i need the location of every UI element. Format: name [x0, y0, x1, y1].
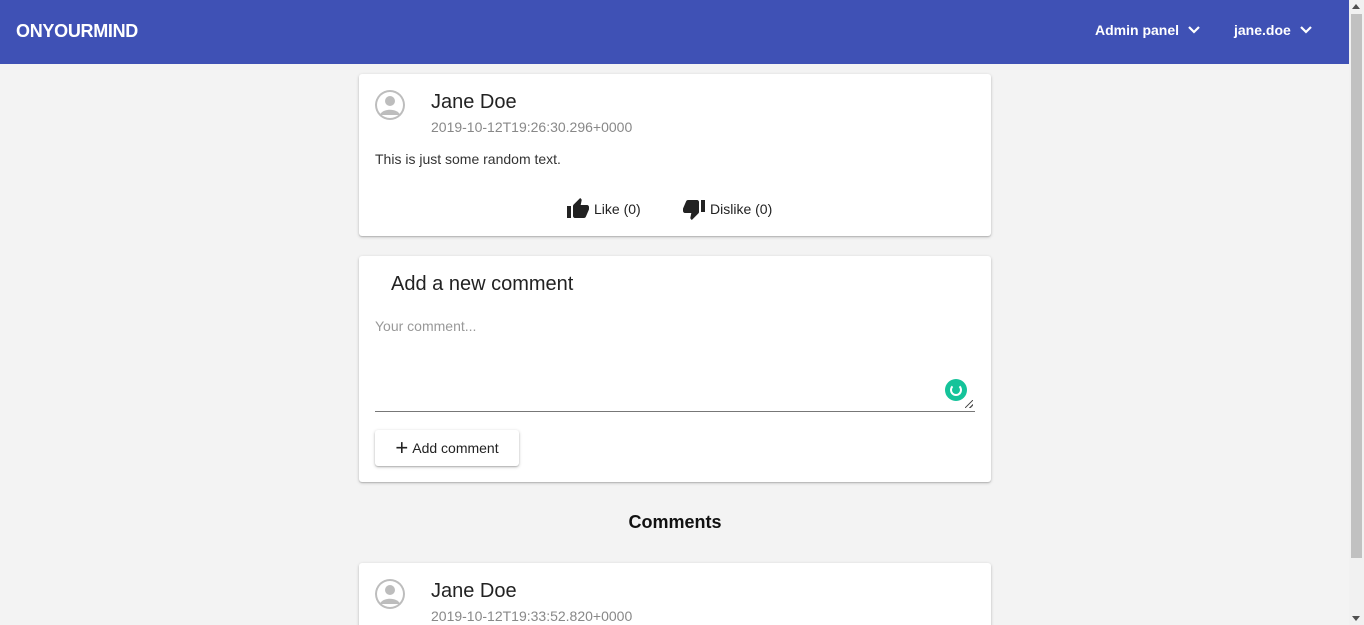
resize-handle-icon[interactable]	[965, 400, 973, 408]
scroll-up-arrow-icon[interactable]	[1352, 4, 1360, 9]
post-author[interactable]: Jane Doe	[431, 91, 517, 114]
chevron-down-icon	[1188, 26, 1200, 34]
brand-suffix: YOURMIND	[42, 21, 139, 41]
comment-timestamp: 2019-10-12T19:33:52.820+0000	[431, 608, 633, 624]
thumb-up-icon	[567, 198, 589, 218]
user-menu-label: jane.doe	[1234, 22, 1291, 38]
comment-author[interactable]: Jane Doe	[431, 580, 517, 603]
comments-heading: Comments	[628, 512, 722, 532]
post-body: This is just some random text.	[375, 151, 561, 167]
new-comment-card: Add a new comment + Add comment	[359, 256, 991, 482]
dislike-button[interactable]: Dislike (0)	[682, 197, 772, 221]
brand-prefix: ON	[16, 21, 43, 41]
user-menu[interactable]: jane.doe	[1234, 22, 1313, 38]
user-avatar-icon	[375, 90, 405, 120]
chevron-down-icon	[1300, 26, 1312, 34]
grammarly-icon[interactable]	[945, 379, 967, 401]
user-avatar-icon	[375, 579, 405, 609]
admin-panel-label: Admin panel	[1095, 22, 1180, 38]
scrollbar-thumb[interactable]	[1351, 14, 1362, 558]
post-timestamp: 2019-10-12T19:26:30.296+0000	[431, 119, 633, 135]
page-scrollbar[interactable]	[1349, 0, 1364, 625]
brand-logo[interactable]: ONYOURMIND	[16, 21, 138, 42]
add-comment-label: Add comment	[412, 440, 499, 456]
like-label: Like (0)	[594, 201, 641, 217]
add-comment-button[interactable]: + Add comment	[375, 430, 519, 466]
plus-icon: +	[395, 435, 409, 460]
avatar	[375, 579, 405, 609]
like-button[interactable]: Like (0)	[566, 197, 641, 221]
thumb-down-icon	[683, 200, 705, 220]
comment-card: Jane Doe 2019-10-12T19:33:52.820+0000	[359, 563, 991, 625]
app-bar: ONYOURMIND Admin panel jane.doe	[0, 0, 1349, 64]
avatar	[375, 90, 405, 120]
comment-input[interactable]	[375, 318, 975, 412]
post-card: Jane Doe 2019-10-12T19:26:30.296+0000 Th…	[359, 74, 991, 236]
scroll-down-arrow-icon[interactable]	[1352, 616, 1360, 621]
admin-panel-menu[interactable]: Admin panel	[1095, 22, 1201, 38]
new-comment-title: Add a new comment	[391, 273, 574, 295]
dislike-label: Dislike (0)	[710, 201, 773, 217]
